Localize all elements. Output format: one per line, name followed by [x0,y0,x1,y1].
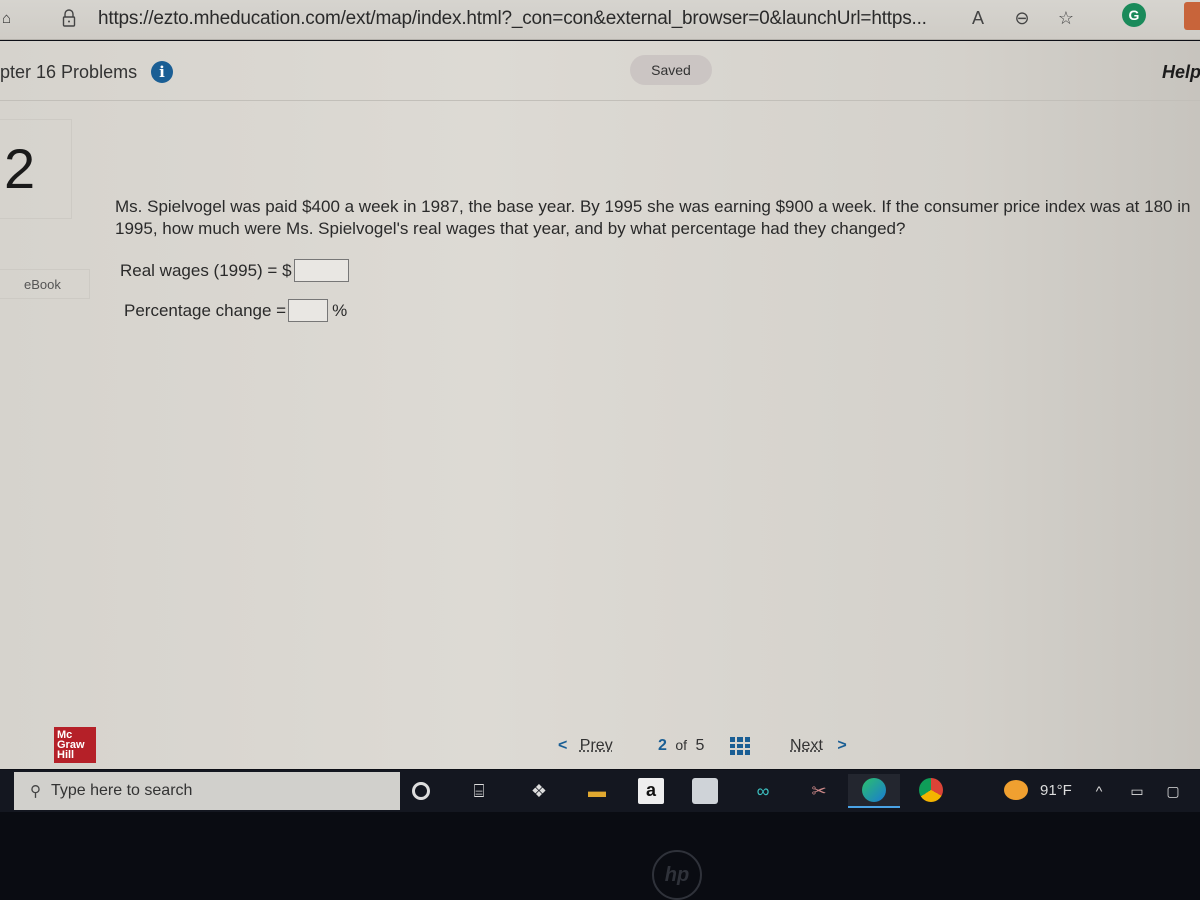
next-button[interactable]: Next > [790,737,847,755]
file-explorer-icon[interactable]: ▬ [584,778,610,804]
answer-row-percentage-change: Percentage change = % [124,299,347,322]
mcgraw-hill-logo: Mc Graw Hill [54,727,96,763]
amazon-icon[interactable]: a [638,778,664,804]
saved-status-badge: Saved [630,55,712,85]
question-number: 2 [4,137,36,200]
chevron-right-icon: > [837,737,847,754]
dropbox-icon[interactable]: ❖ [526,778,552,804]
prev-button[interactable]: < Prev [558,737,613,755]
url-field[interactable]: https://ezto.mheducation.com/ext/map/ind… [98,8,927,30]
favorite-add-icon[interactable]: ☆ [1054,6,1078,30]
next-label: Next [790,737,823,754]
microsoft-store-icon[interactable] [692,778,718,804]
percentage-change-input[interactable] [288,299,329,322]
weather-widget[interactable]: 91°F [1004,780,1072,800]
question-number-box: 2 [0,119,72,219]
read-aloud-icon[interactable]: A [966,6,990,30]
task-view-icon[interactable]: ⌸ [466,778,492,804]
edge-icon[interactable] [848,774,900,808]
percentage-change-label: Percentage change = [124,300,287,320]
zoom-out-icon[interactable]: ⊖ [1010,6,1034,30]
prev-label: Prev [579,737,613,754]
lock-icon[interactable] [62,9,76,27]
taskbar-search[interactable]: ⚲ Type here to search [14,772,400,810]
answer-row-real-wages: Real wages (1995) = $ [120,259,349,282]
grammarly-extension-icon[interactable]: G [1122,3,1146,27]
help-link[interactable]: Help [1162,62,1200,83]
tray-chevron-icon[interactable]: ^ [1086,778,1112,804]
windows-taskbar: ⚲ Type here to search ⌸ ❖ ▬ a ∞ ✂ 91°F ^… [0,770,1200,812]
logo-line: Hill [57,749,75,761]
battery-icon[interactable]: ▭ [1124,778,1150,804]
real-wages-input[interactable] [293,259,349,282]
infinity-app-icon[interactable]: ∞ [750,778,776,804]
question-text: Ms. Spielvogel was paid $400 a week in 1… [115,197,1191,238]
device-icon[interactable]: ▢ [1160,778,1186,804]
assignment-page: apter 16 Problems i Saved Help 2 eBook M… [0,41,1200,769]
chevron-left-icon: < [558,737,568,754]
extension-icon[interactable] [1184,2,1200,30]
search-icon: ⚲ [30,783,41,800]
weather-temp: 91°F [1040,781,1072,799]
percent-suffix: % [332,300,348,320]
assignment-header: apter 16 Problems i Saved Help [0,41,1200,101]
real-wages-label: Real wages (1995) = $ [120,260,292,280]
home-icon[interactable]: ⌂ [2,10,20,28]
question-grid-icon[interactable] [730,737,750,755]
of-label: of [675,737,688,753]
ebook-button[interactable]: eBook [0,269,90,299]
current-page: 2 [658,737,667,754]
assignment-title: apter 16 Problems [0,62,138,82]
laptop-bezel [0,812,1200,900]
hp-logo: hp [652,850,702,900]
page-counter: 2 of 5 [658,737,704,755]
total-pages: 5 [695,737,705,754]
browser-address-bar: ⌂ https://ezto.mheducation.com/ext/map/i… [0,0,1200,40]
search-placeholder: Type here to search [51,782,193,799]
weather-icon [1004,780,1028,800]
cortana-icon[interactable] [412,782,430,800]
chrome-icon[interactable] [918,778,944,804]
snip-sketch-icon[interactable]: ✂ [806,778,832,804]
info-icon[interactable]: i [151,61,173,83]
